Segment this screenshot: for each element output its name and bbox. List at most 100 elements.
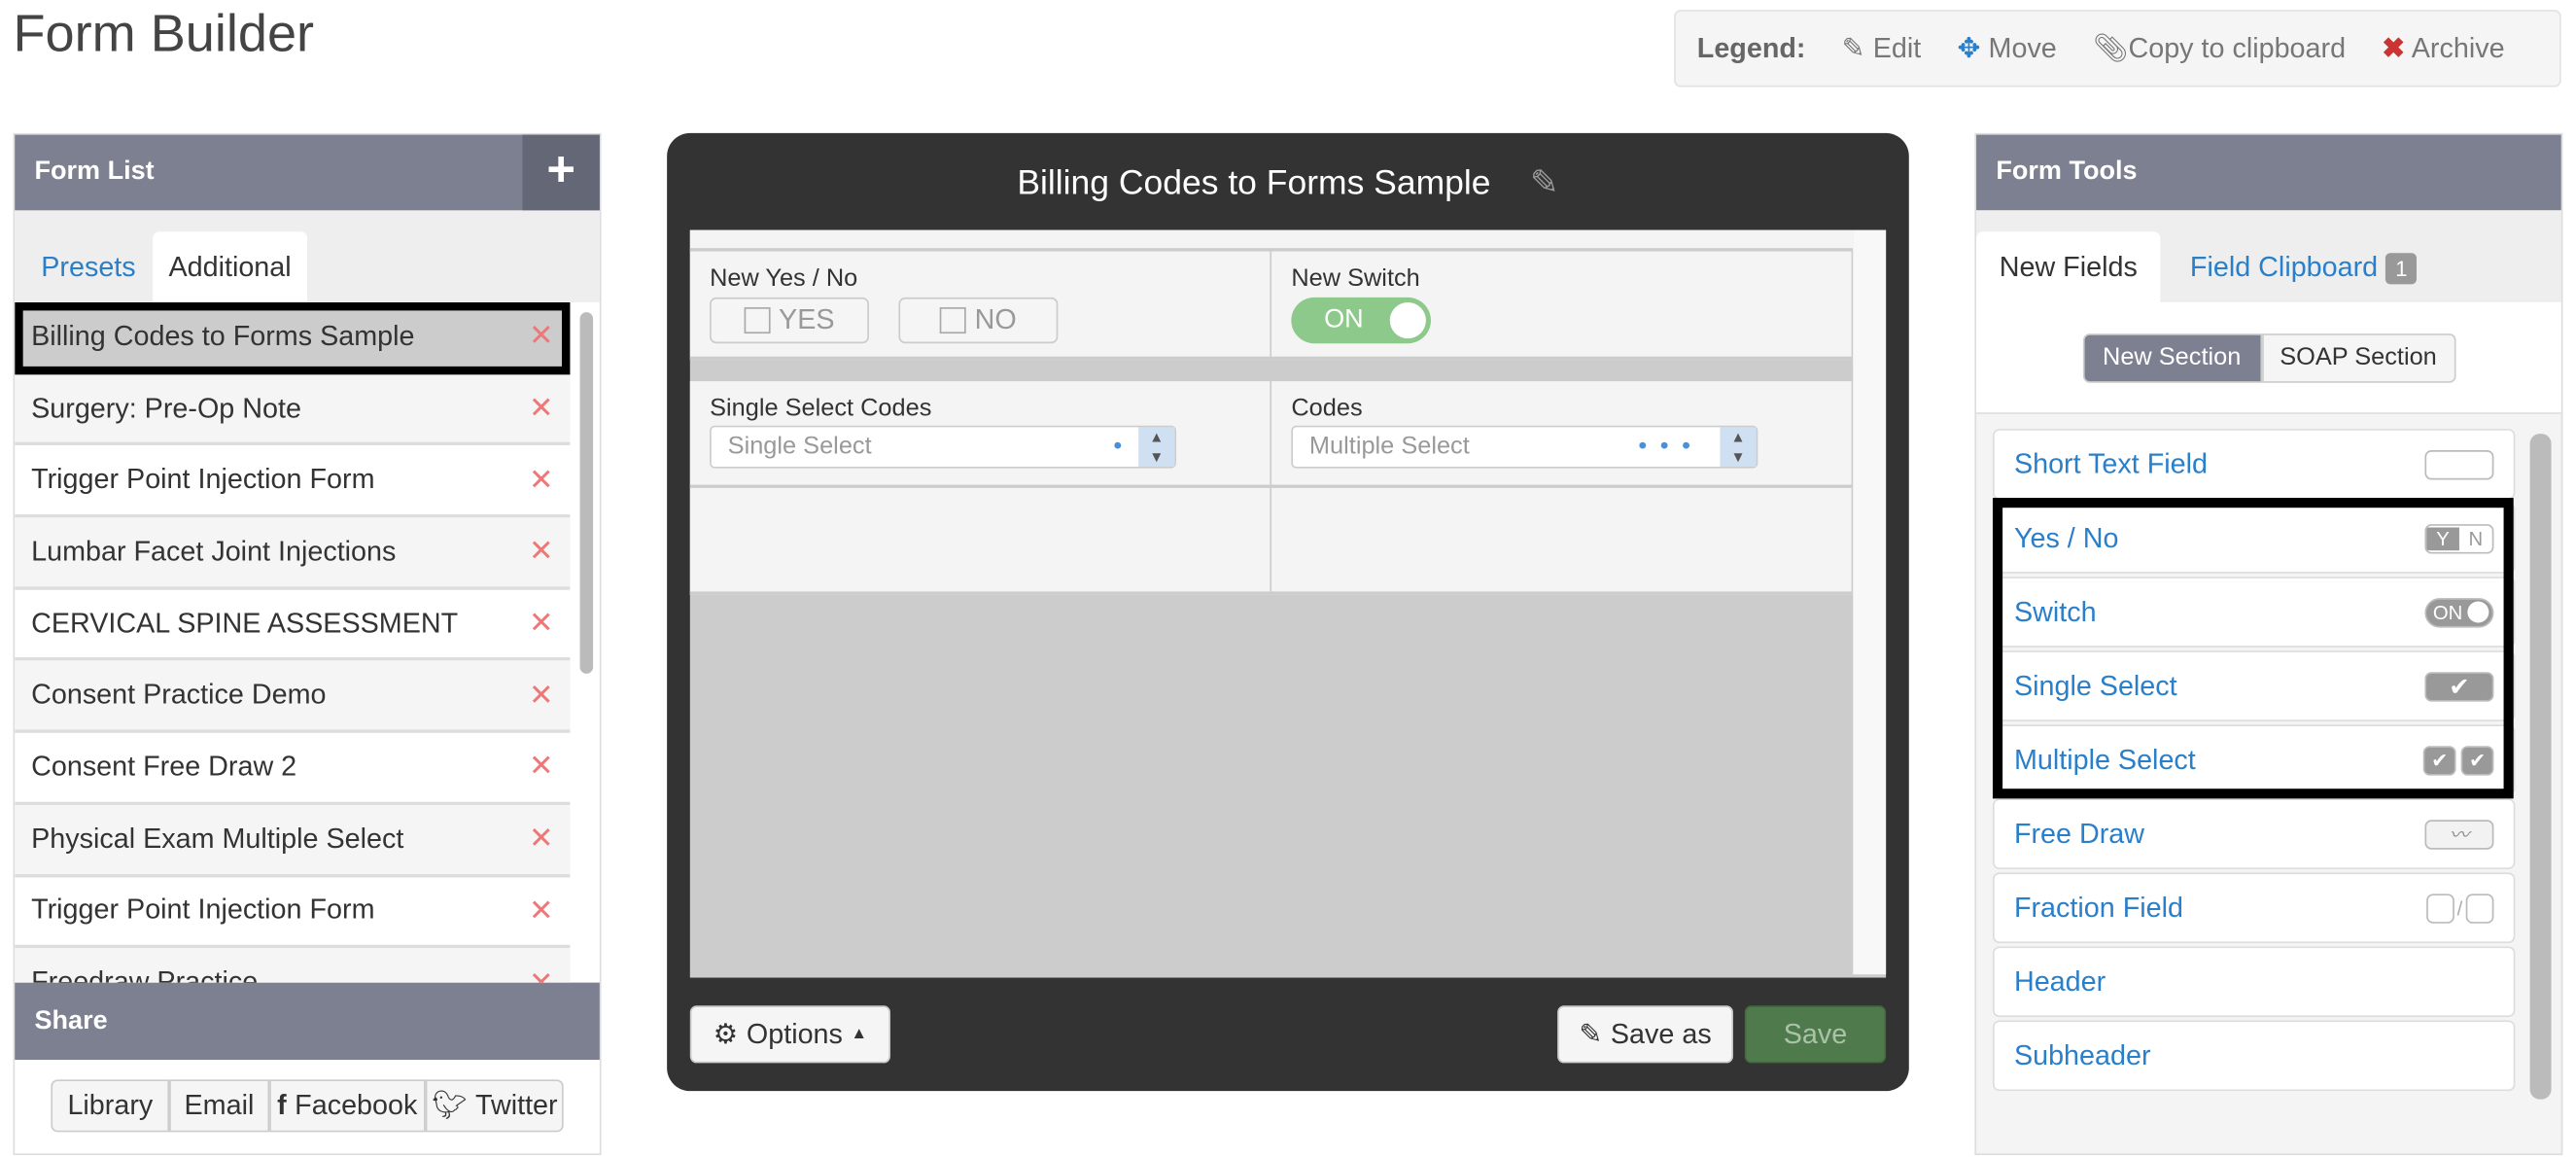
legend-archive: ✖ Archive [2382,32,2504,65]
save-as-button[interactable]: ✎ Save as [1557,1005,1733,1064]
stepper-icon: ▲ ▼ [1138,427,1175,467]
archive-icon[interactable]: ✕ [529,535,554,569]
facebook-icon: f [277,1089,287,1121]
add-form-button[interactable]: + [522,134,600,211]
facebook-button[interactable]: f Facebook [268,1079,426,1133]
form-list-item[interactable]: Surgery: Pre-Op Note ✕ [15,373,571,446]
form-title-bar: Billing Codes to Forms Sample ✎ [667,162,1909,203]
save-button[interactable]: Save [1744,1005,1887,1064]
legend-move: ✥ Move [1957,32,2056,65]
clipboard-count-badge: 1 [2385,253,2418,285]
tab-presets[interactable]: Presets [24,231,152,302]
form-list-item[interactable]: Consent Practice Demo ✕ [15,661,571,733]
new-fields-list: Short Text Field Yes / No Y N Switch ON Sin… [1976,414,2561,1104]
legend-label: Legend: [1696,31,1806,64]
plus-icon: + [546,143,575,197]
tool-fraction[interactable]: Fraction Field / [1992,872,2516,944]
form-canvas: New Yes / No YES NO New Switch ON Single… [689,229,1887,978]
email-label: Email [184,1089,255,1121]
form-list-header: Form List + [15,134,600,211]
switch-field[interactable]: New Switch ON [1271,251,1854,357]
archive-icon[interactable]: ✕ [529,391,554,425]
move-icon: ✥ [1957,31,1981,64]
archive-icon[interactable]: ✕ [529,894,554,928]
caret-up-icon: ▲ [851,1025,868,1044]
checkbox-icon [940,307,967,334]
form-row-empty [689,487,1854,595]
email-button[interactable]: Email [169,1079,269,1133]
fraction-icon: / [2425,893,2494,923]
form-list-item[interactable]: Physical Exam Multiple Select ✕ [15,804,571,877]
codes-field[interactable]: Codes Multiple Select ••• ▲ ▼ [1271,381,1854,485]
checkbox-icon [744,307,771,334]
scrollbar[interactable] [579,312,594,674]
no-label: NO [974,303,1017,335]
form-list-item[interactable]: Trigger Point Injection Form ✕ [15,877,571,949]
single-select-field[interactable]: Single Select Codes Single Select • ▲ ▼ [690,381,1272,485]
tab-new-fields[interactable]: New Fields [1976,231,2161,302]
archive-icon[interactable]: ✕ [529,463,554,497]
new-section-button[interactable]: New Section [2082,333,2262,382]
form-title: Billing Codes to Forms Sample [1017,164,1491,202]
field-clipboard-label: Field Clipboard [2189,251,2379,283]
canvas-scrollbar[interactable] [1853,229,1887,975]
soap-section-button[interactable]: SOAP Section [2261,333,2455,382]
tab-field-clipboard[interactable]: Field Clipboard 1 [2161,231,2448,302]
form-list-item[interactable]: Trigger Point Injection Form ✕ [15,446,571,518]
form-editor: Billing Codes to Forms Sample ✎ New Yes … [667,132,1909,1092]
options-button[interactable]: ⚙ Options ▲ [689,1005,890,1064]
codes-label: Codes [1291,394,1363,423]
tool-free-draw[interactable]: Free Draw 〰 [1992,798,2516,870]
library-label: Library [67,1089,154,1121]
form-name: Lumbar Facet Joint Injections [31,535,397,567]
form-tools-header: Form Tools [1976,134,2561,211]
form-list-item[interactable]: Consent Free Draw 2 ✕ [15,733,571,805]
tool-header[interactable]: Header [1992,946,2516,1018]
facebook-label: Facebook [295,1089,418,1121]
scribble-icon: 〰 [2424,819,2494,849]
yes-option[interactable]: YES [710,297,870,344]
archive-icon[interactable]: ✕ [529,822,554,856]
tab-additional[interactable]: Additional [152,231,308,302]
tool-subheader[interactable]: Subheader [1992,1020,2516,1092]
form-name: Consent Practice Demo [31,679,327,711]
edit-title-icon[interactable]: ✎ [1530,164,1559,202]
yesno-label: New Yes / No [710,264,858,293]
pencil-icon: ✎ [1841,31,1865,64]
switch-toggle[interactable]: ON [1291,297,1431,344]
single-select-label: Single Select Codes [710,394,932,423]
form-list: Billing Codes to Forms Sample ✕ Surgery: P… [15,301,600,983]
share-header: Share [15,982,600,1061]
form-name: Billing Codes to Forms Sample [31,320,415,352]
options-label: Options [746,1017,843,1050]
single-select-input[interactable]: Single Select • ▲ ▼ [710,425,1177,469]
form-name: Freedraw Practice [31,965,259,983]
form-list-item[interactable]: Billing Codes to Forms Sample ✕ [15,301,571,374]
twitter-label: Twitter [474,1089,558,1121]
scrollbar[interactable] [2529,434,2552,1100]
multi-select-placeholder: Multiple Select [1308,432,1470,461]
form-name: Surgery: Pre-Op Note [31,392,301,424]
form-list-item[interactable]: Lumbar Facet Joint Injections ✕ [15,517,571,590]
form-list-item[interactable]: CERVICAL SPINE ASSESSMENT ✕ [15,589,571,662]
legend: Legend: ✎ Edit ✥ Move 📎︎Copy to clipboar… [1674,10,2561,88]
stepper-icon: ▲ ▼ [1720,427,1757,467]
single-select-placeholder: Single Select [727,432,872,461]
no-option[interactable]: NO [898,297,1059,344]
twitter-button[interactable]: 🐦︎ Twitter [425,1079,564,1133]
form-list-item[interactable]: Freedraw Practice ✕ [15,948,571,983]
library-button[interactable]: Library [51,1079,170,1133]
switch-value: ON [1324,305,1364,334]
legend-copy-label: Copy to clipboard [2128,31,2347,64]
archive-icon[interactable]: ✕ [529,607,554,641]
archive-icon[interactable]: ✕ [529,965,554,983]
pencil-icon: ✎ [1579,1017,1603,1050]
archive-icon[interactable]: ✕ [529,750,554,784]
form-tools-panel: Form Tools New Fields Field Clipboard 1 … [1974,132,2563,1156]
tool-short-text[interactable]: Short Text Field [1992,429,2516,500]
multi-select-input[interactable]: Multiple Select ••• ▲ ▼ [1291,425,1758,469]
paperclip-icon: 📎︎ [2092,31,2129,64]
yesno-field[interactable]: New Yes / No YES NO [690,251,1272,357]
archive-icon[interactable]: ✕ [529,679,554,713]
archive-icon[interactable]: ✕ [529,319,554,353]
